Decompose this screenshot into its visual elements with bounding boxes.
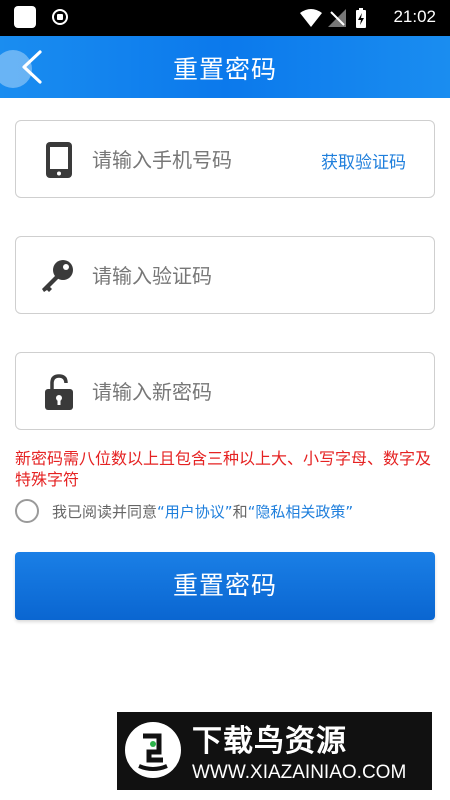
agreement-row: 我已阅读并同意“用户协议”和“隐私相关政策” — [15, 497, 435, 527]
status-icons — [300, 8, 366, 28]
agreement-prefix: 我已阅读并同意 — [52, 503, 158, 521]
phone-field-box: 获取验证码 — [15, 120, 435, 198]
new-password-input[interactable] — [92, 375, 302, 409]
status-time: 21:02 — [393, 7, 436, 26]
status-bar: 21:02 — [0, 0, 450, 36]
watermark: 下载鸟资源 WWW.XIAZAINIAO.COM — [117, 712, 432, 790]
privacy-policy-link[interactable]: “隐私相关政策” — [248, 503, 354, 521]
agreement-and: 和 — [232, 503, 248, 521]
page-title: 重置密码 — [172, 55, 277, 84]
watermark-url: WWW.XIAZAINIAO.COM — [192, 762, 407, 783]
key-icon — [42, 260, 73, 292]
get-code-button[interactable]: 获取验证码 — [321, 148, 406, 173]
no-signal-icon — [328, 9, 346, 27]
code-input[interactable] — [92, 259, 302, 293]
phone-input[interactable] — [92, 143, 302, 177]
header-bar: 重置密码 — [0, 36, 450, 98]
bird-logo-icon — [125, 722, 181, 778]
battery-icon — [356, 8, 366, 28]
notification-icon — [14, 6, 36, 28]
watermark-title: 下载鸟资源 — [192, 724, 347, 759]
phone-icon — [46, 142, 72, 178]
agree-checkbox[interactable] — [15, 499, 39, 523]
agreement-text: 我已阅读并同意“用户协议”和“隐私相关政策” — [52, 501, 353, 522]
code-field-box — [15, 236, 435, 314]
wifi-icon — [300, 9, 322, 27]
user-agreement-link[interactable]: “用户协议” — [157, 503, 233, 521]
unlock-icon — [45, 374, 73, 410]
password-field-box — [15, 352, 435, 430]
reset-password-button[interactable]: 重置密码 — [15, 552, 435, 620]
shield-icon — [52, 9, 68, 25]
password-rule-text: 新密码需八位数以上且包含三种以上大、小写字母、数字及特殊字符 — [15, 449, 432, 489]
